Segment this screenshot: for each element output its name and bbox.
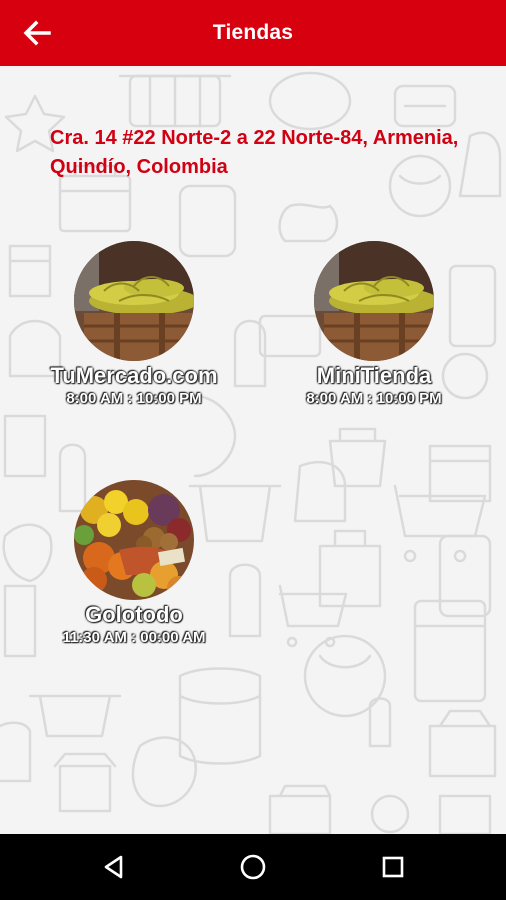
store-name: Golotodo xyxy=(85,602,183,627)
triangle-back-icon xyxy=(104,855,123,879)
app-bar: Tiendas xyxy=(0,0,506,66)
nav-home-button[interactable] xyxy=(233,847,273,887)
android-navigation-bar xyxy=(0,834,506,900)
store-hours: 8:00 AM : 10:00 PM xyxy=(66,390,202,407)
store-hours: 11:30 AM : 00:00 AM xyxy=(62,629,206,646)
nav-back-button[interactable] xyxy=(94,847,134,887)
store-name: MiniTienda xyxy=(316,363,432,388)
nav-recents-button[interactable] xyxy=(373,847,413,887)
store-list-screen: Cra. 14 #22 Norte-2 a 22 Norte-84, Armen… xyxy=(0,66,506,834)
store-photo xyxy=(74,241,194,361)
store-card-tumercado[interactable]: TuMercado.com 8:00 AM : 10:00 PM xyxy=(34,241,234,409)
store-hours: 8:00 AM : 10:00 PM xyxy=(306,390,442,407)
store-card-golotodo[interactable]: Golotodo 11:30 AM : 00:00 AM xyxy=(34,480,234,648)
square-recents-icon xyxy=(382,856,404,878)
circle-home-icon xyxy=(240,854,266,880)
store-card-minitienda[interactable]: MiniTienda 8:00 AM : 10:00 PM xyxy=(274,241,474,409)
store-photo xyxy=(314,241,434,361)
store-photo xyxy=(74,480,194,600)
store-address: Cra. 14 #22 Norte-2 a 22 Norte-84, Armen… xyxy=(50,127,459,178)
page-title: Tiendas xyxy=(212,21,294,44)
store-name: TuMercado.com xyxy=(50,363,218,388)
